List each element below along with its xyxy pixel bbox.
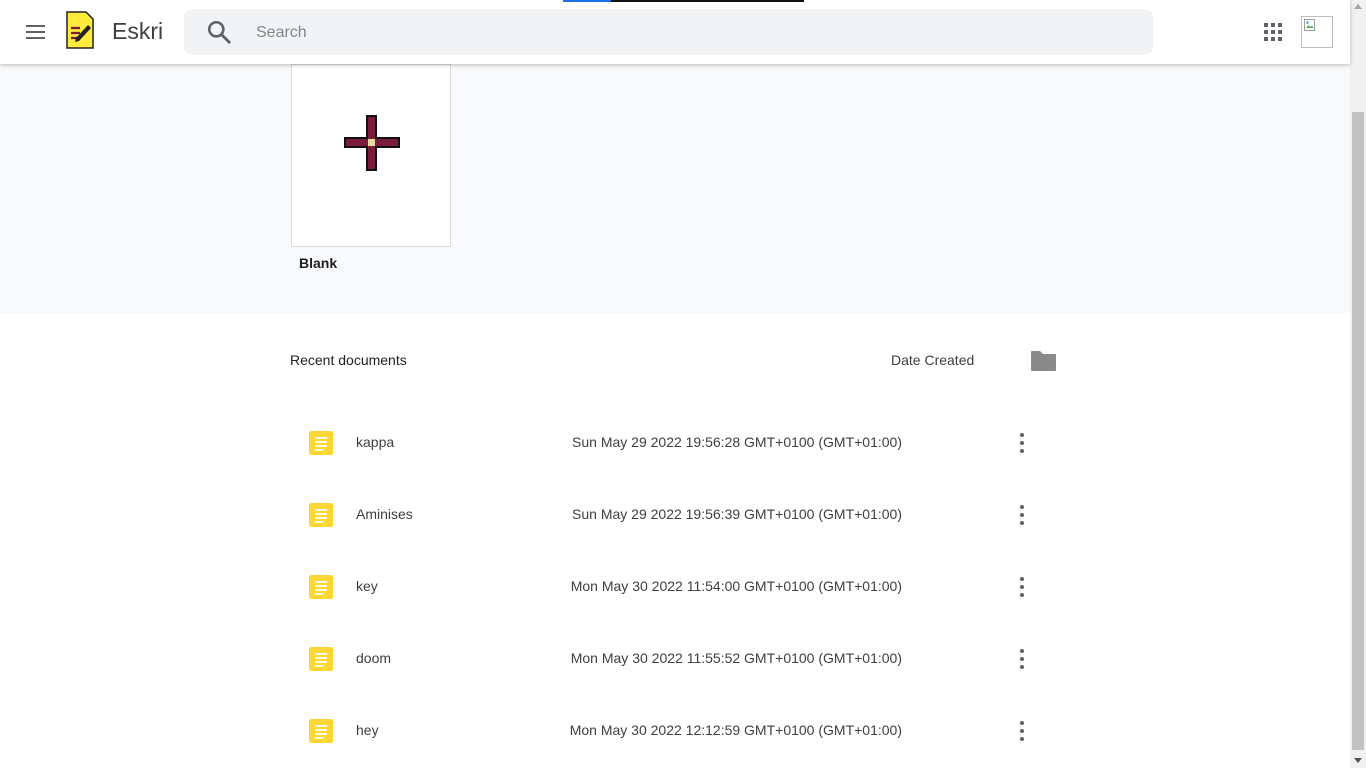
- document-icon: [309, 647, 333, 671]
- document-name: doom: [356, 650, 392, 666]
- search-icon[interactable]: [206, 19, 232, 45]
- menu-icon[interactable]: [22, 18, 50, 46]
- document-date: Sun May 29 2022 19:56:39 GMT+0100 (GMT+0…: [572, 506, 902, 522]
- folder-icon[interactable]: [1030, 350, 1057, 372]
- avatar[interactable]: [1301, 16, 1333, 48]
- scroll-up-arrow-icon[interactable]: [1354, 4, 1362, 9]
- search-input[interactable]: [254, 9, 1118, 57]
- document-name: Aminises: [356, 506, 413, 522]
- page: Eskri Bl: [0, 0, 1366, 768]
- more-vert-icon[interactable]: [1013, 503, 1031, 527]
- blank-template-label: Blank: [299, 255, 338, 271]
- sort-date-created[interactable]: Date Created: [891, 352, 974, 368]
- document-date: Mon May 30 2022 11:55:52 GMT+0100 (GMT+0…: [570, 650, 902, 666]
- document-date: Mon May 30 2022 12:12:59 GMT+0100 (GMT+0…: [569, 722, 902, 738]
- document-icon: [309, 575, 333, 599]
- scrollbar-thumb[interactable]: [1352, 112, 1364, 750]
- document-row[interactable]: Aminises Sun May 29 2022 19:56:39 GMT+01…: [290, 487, 1060, 543]
- more-vert-icon[interactable]: [1013, 719, 1031, 743]
- document-row[interactable]: key Mon May 30 2022 11:54:00 GMT+0100 (G…: [290, 559, 1060, 615]
- loading-progress-bar: [563, 0, 804, 2]
- vertical-scrollbar[interactable]: [1350, 0, 1366, 768]
- more-vert-icon[interactable]: [1013, 647, 1031, 671]
- document-name: hey: [356, 722, 379, 738]
- document-row[interactable]: kappa Sun May 29 2022 19:56:28 GMT+0100 …: [290, 415, 1060, 471]
- app-logo-icon[interactable]: [66, 11, 94, 49]
- search-bar[interactable]: [184, 9, 1153, 57]
- document-name: kappa: [356, 434, 395, 450]
- document-row[interactable]: hey Mon May 30 2022 12:12:59 GMT+0100 (G…: [290, 703, 1060, 759]
- broken-image-icon: [1304, 19, 1315, 31]
- plus-icon: [344, 115, 400, 171]
- recent-documents-title: Recent documents: [290, 352, 407, 368]
- scroll-down-arrow-icon[interactable]: [1354, 758, 1362, 763]
- document-date: Mon May 30 2022 11:54:00 GMT+0100 (GMT+0…: [570, 578, 902, 594]
- document-icon: [309, 503, 333, 527]
- more-vert-icon[interactable]: [1013, 575, 1031, 599]
- document-date: Sun May 29 2022 19:56:28 GMT+0100 (GMT+0…: [572, 434, 902, 450]
- document-name: key: [356, 578, 378, 594]
- blank-template-card[interactable]: [291, 64, 451, 247]
- apps-grid-icon[interactable]: [1263, 22, 1283, 42]
- loading-progress-fill: [563, 0, 612, 2]
- document-icon: [309, 719, 333, 743]
- document-row[interactable]: doom Mon May 30 2022 11:55:52 GMT+0100 (…: [290, 631, 1060, 687]
- document-icon: [309, 431, 333, 455]
- top-app-bar: Eskri: [0, 0, 1350, 64]
- template-gallery: [0, 64, 1350, 313]
- more-vert-icon[interactable]: [1013, 431, 1031, 455]
- app-title[interactable]: Eskri: [112, 18, 163, 45]
